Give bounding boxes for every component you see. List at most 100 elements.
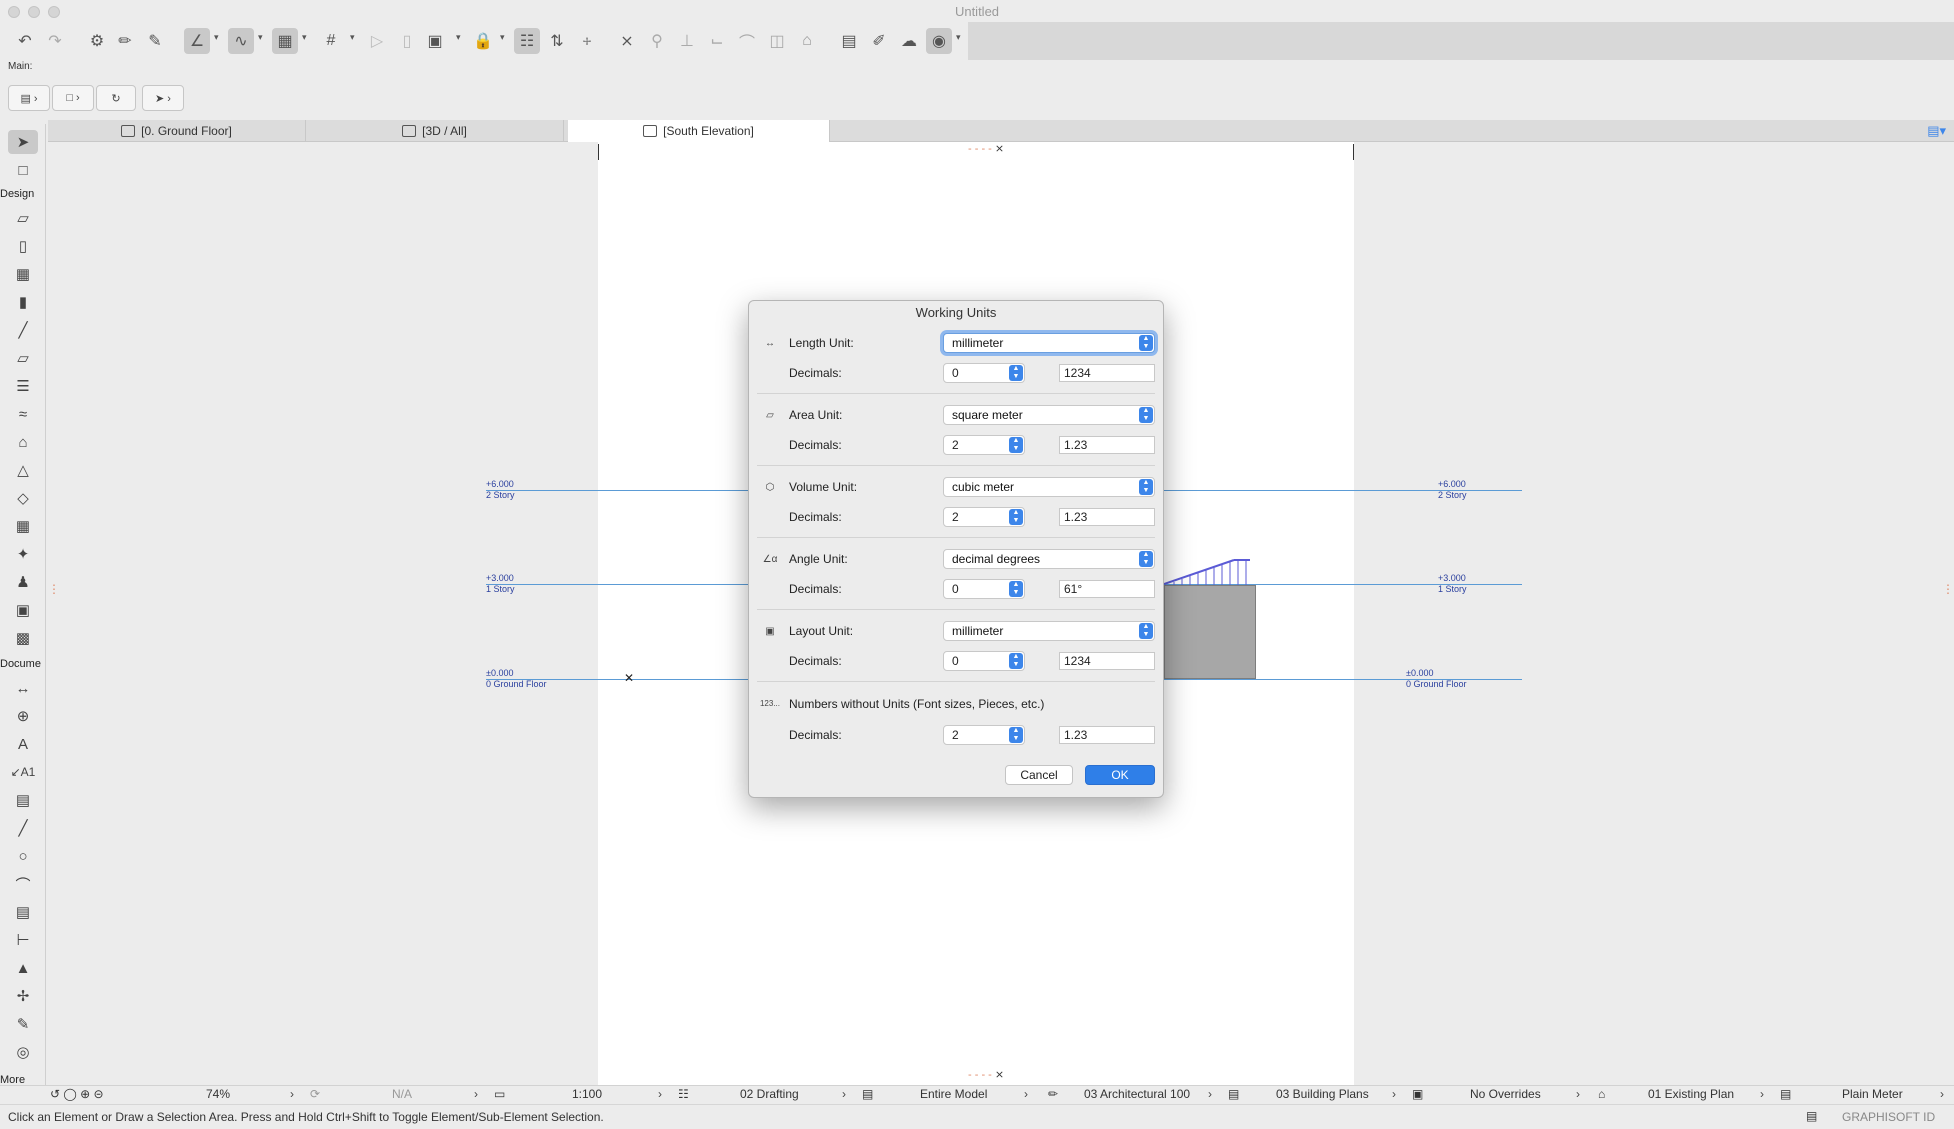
chevron-right-icon[interactable]: › xyxy=(1208,1087,1212,1101)
model-view-value[interactable]: Entire Model xyxy=(920,1087,987,1101)
mesh-tool-icon[interactable]: ▩ xyxy=(8,626,38,650)
stepper-arrows-icon[interactable]: ▲ ▼ xyxy=(1009,727,1023,743)
drawing-tool-icon[interactable]: ▤ xyxy=(8,900,38,924)
infobox-selection-method[interactable]: □ › xyxy=(52,85,94,111)
railing-tool-icon[interactable]: ≈ xyxy=(8,402,38,426)
door-tool-icon[interactable]: ▯ xyxy=(8,234,38,258)
left-edge-handle-icon[interactable]: ⋮ xyxy=(48,582,60,596)
hotspot-tool-icon[interactable]: ✢ xyxy=(8,984,38,1008)
scale-value[interactable]: 1:100 xyxy=(572,1087,602,1101)
group-icon[interactable]: ▤ xyxy=(836,28,862,54)
chevron-right-icon[interactable]: › xyxy=(658,1087,662,1101)
window-mode-icon[interactable]: ▤ xyxy=(1806,1109,1817,1123)
layers-icon[interactable]: ☷ xyxy=(514,28,540,54)
volume-unit-select[interactable]: cubic meter ▲ ▼ xyxy=(943,477,1155,497)
section-tool-icon[interactable]: ⊢ xyxy=(8,928,38,952)
explode-icon[interactable]: ◫ xyxy=(764,28,790,54)
overrides-value[interactable]: No Overrides xyxy=(1470,1087,1541,1101)
wall-tool-icon[interactable]: ▱ xyxy=(8,206,38,230)
detail-tool-icon[interactable]: ◎ xyxy=(8,1040,38,1064)
offset-icon[interactable]: ⊥ xyxy=(674,28,700,54)
zoom-value[interactable]: 74% xyxy=(206,1087,230,1101)
curtain-wall-tool-icon[interactable]: ▦ xyxy=(8,514,38,538)
tab-south-elevation[interactable]: [South Elevation] xyxy=(568,120,830,142)
window-tool-icon[interactable]: ▦ xyxy=(8,262,38,286)
column-tool-icon[interactable]: ▮ xyxy=(8,290,38,314)
navigator-icon[interactable]: ▤▾ xyxy=(1927,123,1946,139)
stepper-arrows-icon[interactable]: ▲ ▼ xyxy=(1009,581,1023,597)
fill-tool-icon[interactable]: ▤ xyxy=(8,788,38,812)
arrow-tool-icon[interactable]: ➤ xyxy=(8,130,38,154)
chevron-right-icon[interactable]: › xyxy=(842,1087,846,1101)
stepper-arrows-icon[interactable]: ▲ ▼ xyxy=(1009,437,1023,453)
chevron-right-icon[interactable]: › xyxy=(1940,1087,1944,1101)
line-tool-icon[interactable]: ╱ xyxy=(8,816,38,840)
angle-unit-select[interactable]: decimal degrees ▲ ▼ xyxy=(943,549,1155,569)
redo-button[interactable]: ↷ xyxy=(42,28,68,54)
mvo-value[interactable]: 03 Building Plans xyxy=(1276,1087,1369,1101)
layer-combo-value[interactable]: 02 Drafting xyxy=(740,1087,799,1101)
slab-tool-icon[interactable]: ▱ xyxy=(8,346,38,370)
label-tool-icon[interactable]: ↙A1 xyxy=(8,760,38,784)
chevron-right-icon[interactable]: › xyxy=(1576,1087,1580,1101)
section-marker-top-icon[interactable]: - - - - ⨯ xyxy=(968,142,1004,155)
roof-icon[interactable]: ⌂ xyxy=(794,28,820,54)
chevron-right-icon[interactable]: › xyxy=(290,1087,294,1101)
infobox-sync-icon[interactable]: ↻ xyxy=(96,85,136,111)
chevron-right-icon[interactable]: › xyxy=(1760,1087,1764,1101)
layout-decimals-stepper[interactable]: 0 ▲ ▼ xyxy=(943,651,1025,671)
object-tool-icon[interactable]: ♟ xyxy=(8,570,38,594)
arc-circle-tool-icon[interactable]: ○ xyxy=(8,844,38,868)
pick-up-parameters-icon[interactable]: ✏ xyxy=(112,28,138,54)
mark-icon[interactable]: ✐ xyxy=(866,28,892,54)
length-unit-select[interactable]: millimeter ▲ ▼ xyxy=(943,333,1155,353)
infobox-element-selector[interactable]: ▤ › xyxy=(8,85,50,111)
morph-tool-icon[interactable]: ✦ xyxy=(8,542,38,566)
zone-tool-icon[interactable]: ▣ xyxy=(8,598,38,622)
graphisoft-id-label[interactable]: GRAPHISOFT ID xyxy=(1842,1110,1935,1124)
grid-snap-icon[interactable]: # xyxy=(318,28,344,54)
roof-tool-icon[interactable]: ⌂ xyxy=(8,430,38,454)
fit-in-window-icon[interactable]: ⧾ xyxy=(574,28,600,54)
adjust-icon[interactable]: ⚲ xyxy=(644,28,670,54)
ok-button[interactable]: OK xyxy=(1085,765,1155,785)
section-marker-bottom-icon[interactable]: - - - - ⨯ xyxy=(968,1068,1004,1081)
renovation-value[interactable]: 01 Existing Plan xyxy=(1648,1087,1734,1101)
building-wall-elevation[interactable] xyxy=(1164,585,1256,679)
stepper-arrows-icon[interactable]: ▲ ▼ xyxy=(1009,653,1023,669)
area-decimals-stepper[interactable]: 2 ▲ ▼ xyxy=(943,435,1025,455)
infobox-arrow-tool[interactable]: ➤ › xyxy=(142,85,184,111)
numbers-decimals-stepper[interactable]: 2 ▲ ▼ xyxy=(943,725,1025,745)
navigation-icons[interactable]: ↺ ◯ ⊕ ⊝ xyxy=(50,1087,104,1101)
polyline-tool-icon[interactable]: ⌒ xyxy=(8,872,38,896)
pen-set-value[interactable]: 03 Architectural 100 xyxy=(1084,1087,1190,1101)
guide-lines-icon[interactable]: ∠ xyxy=(184,28,210,54)
skylight-tool-icon[interactable]: ◇ xyxy=(8,486,38,510)
cancel-button[interactable]: Cancel xyxy=(1005,765,1073,785)
volume-decimals-stepper[interactable]: 2 ▲ ▼ xyxy=(943,507,1025,527)
fillet-icon[interactable]: ⌙ xyxy=(704,28,730,54)
stair-elevation[interactable] xyxy=(1164,556,1260,586)
area-unit-select[interactable]: square meter ▲ ▼ xyxy=(943,405,1155,425)
tab-3d-all[interactable]: [3D / All] xyxy=(306,120,564,142)
stair-tool-icon[interactable]: ☰ xyxy=(8,374,38,398)
find-select-icon[interactable]: ⚙ xyxy=(84,28,110,54)
undo-button[interactable]: ↶ xyxy=(12,28,38,54)
beam-tool-icon[interactable]: ╱ xyxy=(8,318,38,342)
stepper-arrows-icon[interactable]: ▲ ▼ xyxy=(1009,365,1023,381)
length-decimals-stepper[interactable]: 0 ▲ ▼ xyxy=(943,363,1025,383)
view-icon[interactable]: ◉ xyxy=(926,28,952,54)
right-edge-handle-icon[interactable]: ⋮ xyxy=(1942,582,1954,596)
lock-icon[interactable]: 🔒 xyxy=(470,28,496,54)
angle-decimals-stepper[interactable]: 0 ▲ ▼ xyxy=(943,579,1025,599)
dimension-value[interactable]: Plain Meter xyxy=(1842,1087,1903,1101)
snap-guides-icon[interactable]: ∿ xyxy=(228,28,254,54)
gravity-icon[interactable]: ▦ xyxy=(272,28,298,54)
shell-tool-icon[interactable]: △ xyxy=(8,458,38,482)
rotation-icon[interactable]: ⟳ xyxy=(310,1087,320,1101)
dimension-tool-icon[interactable]: ↔ xyxy=(8,676,38,700)
tab-ground-floor[interactable]: [0. Ground Floor] xyxy=(48,120,306,142)
split-icon[interactable]: ⨯ xyxy=(614,28,640,54)
edit-icon[interactable]: ▯ xyxy=(394,28,420,54)
elevation-tool-icon[interactable]: ▲ xyxy=(8,956,38,980)
